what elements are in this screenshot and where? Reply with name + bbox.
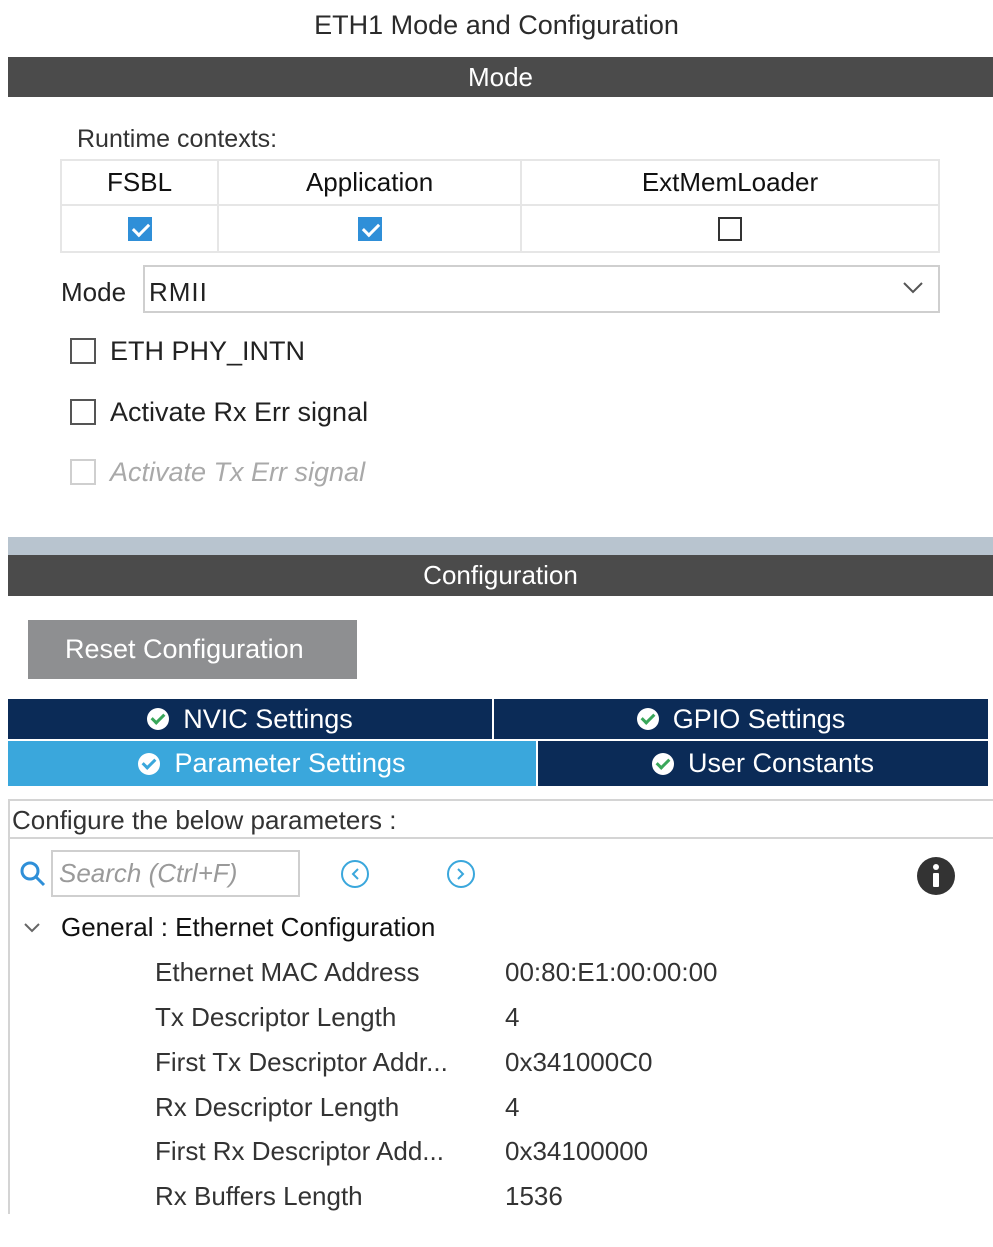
tab-nvic-settings-label: NVIC Settings xyxy=(183,703,353,734)
param-name: First Tx Descriptor Addr... xyxy=(155,1047,448,1077)
param-value: 4 xyxy=(505,1002,520,1032)
mode-select-value: RMII xyxy=(149,277,208,307)
chevron-left-icon xyxy=(351,868,359,880)
tab-gpio-settings-label: GPIO Settings xyxy=(672,703,846,734)
mode-select[interactable]: RMII xyxy=(143,265,940,313)
tx-err-signal-checkbox xyxy=(70,459,96,485)
configuration-section-header: Configuration xyxy=(8,555,993,596)
check-circle-icon xyxy=(651,752,674,775)
mode-section-header: Mode xyxy=(8,57,993,97)
application-checkbox[interactable] xyxy=(357,216,382,241)
param-value: 0x34100000 xyxy=(505,1136,649,1166)
previous-result-button[interactable] xyxy=(341,860,369,888)
chevron-down-icon xyxy=(903,282,923,294)
tab-user-constants-label: User Constants xyxy=(687,748,875,778)
chevron-down-icon xyxy=(24,923,40,933)
search-icon xyxy=(20,861,46,887)
tab-nvic-settings[interactable]: NVIC Settings xyxy=(8,699,492,739)
tab-parameter-settings-label: Parameter Settings xyxy=(174,748,406,778)
param-name: First Rx Descriptor Add... xyxy=(155,1136,444,1166)
fsbl-checkbox[interactable] xyxy=(127,216,152,241)
search-input[interactable] xyxy=(51,850,300,897)
general-group-label: General : Ethernet Configuration xyxy=(61,912,436,942)
rx-err-signal-checkbox[interactable] xyxy=(70,399,96,425)
param-name: Ethernet MAC Address xyxy=(155,957,420,987)
next-result-button[interactable] xyxy=(447,860,475,888)
param-value: 0x341000C0 xyxy=(505,1047,653,1077)
context-cell-extmemloader xyxy=(519,204,941,253)
rx-err-signal-label: Activate Rx Err signal xyxy=(110,397,369,427)
tab-gpio-settings[interactable]: GPIO Settings xyxy=(494,699,988,739)
panel-border xyxy=(8,799,10,1214)
eth-phy-intn-option[interactable]: ETH PHY_INTN xyxy=(70,336,370,366)
section-divider xyxy=(8,537,993,555)
context-cell-application xyxy=(217,204,522,253)
chevron-right-icon xyxy=(457,868,465,880)
reset-configuration-button[interactable]: Reset Configuration xyxy=(28,620,357,679)
check-circle-icon xyxy=(138,752,161,775)
runtime-contexts-table: FSBL Application ExtMemLoader xyxy=(59,159,941,253)
param-name: Rx Descriptor Length xyxy=(155,1092,400,1122)
param-value: 00:80:E1:00:00:00 xyxy=(505,957,718,987)
window-title: ETH1 Mode and Configuration xyxy=(314,10,679,40)
param-name: Tx Descriptor Length xyxy=(155,1002,397,1032)
context-cell-fsbl xyxy=(59,204,220,253)
mode-label: Mode xyxy=(61,277,127,307)
context-header-fsbl: FSBL xyxy=(59,159,220,206)
context-header-extmemloader: ExtMemLoader xyxy=(519,159,941,206)
tab-parameter-settings[interactable]: Parameter Settings xyxy=(8,741,536,786)
eth-phy-intn-checkbox[interactable] xyxy=(70,338,96,364)
tx-err-signal-option: Activate Tx Err signal xyxy=(70,457,400,487)
eth-phy-intn-label: ETH PHY_INTN xyxy=(110,336,306,366)
runtime-contexts-label: Runtime contexts: xyxy=(77,125,278,153)
param-name: Rx Buffers Length xyxy=(155,1181,363,1211)
tx-err-signal-label: Activate Tx Err signal xyxy=(110,457,366,487)
extmemloader-checkbox[interactable] xyxy=(717,216,742,241)
tab-user-constants[interactable]: User Constants xyxy=(538,741,988,786)
info-icon[interactable] xyxy=(917,857,955,895)
check-circle-icon xyxy=(636,708,659,730)
context-header-application: Application xyxy=(217,159,522,206)
rx-err-signal-option[interactable]: Activate Rx Err signal xyxy=(70,397,400,427)
param-value: 4 xyxy=(505,1092,520,1122)
check-circle-icon xyxy=(147,708,170,730)
configure-description: Configure the below parameters : xyxy=(8,799,993,839)
param-value: 1536 xyxy=(505,1181,563,1211)
